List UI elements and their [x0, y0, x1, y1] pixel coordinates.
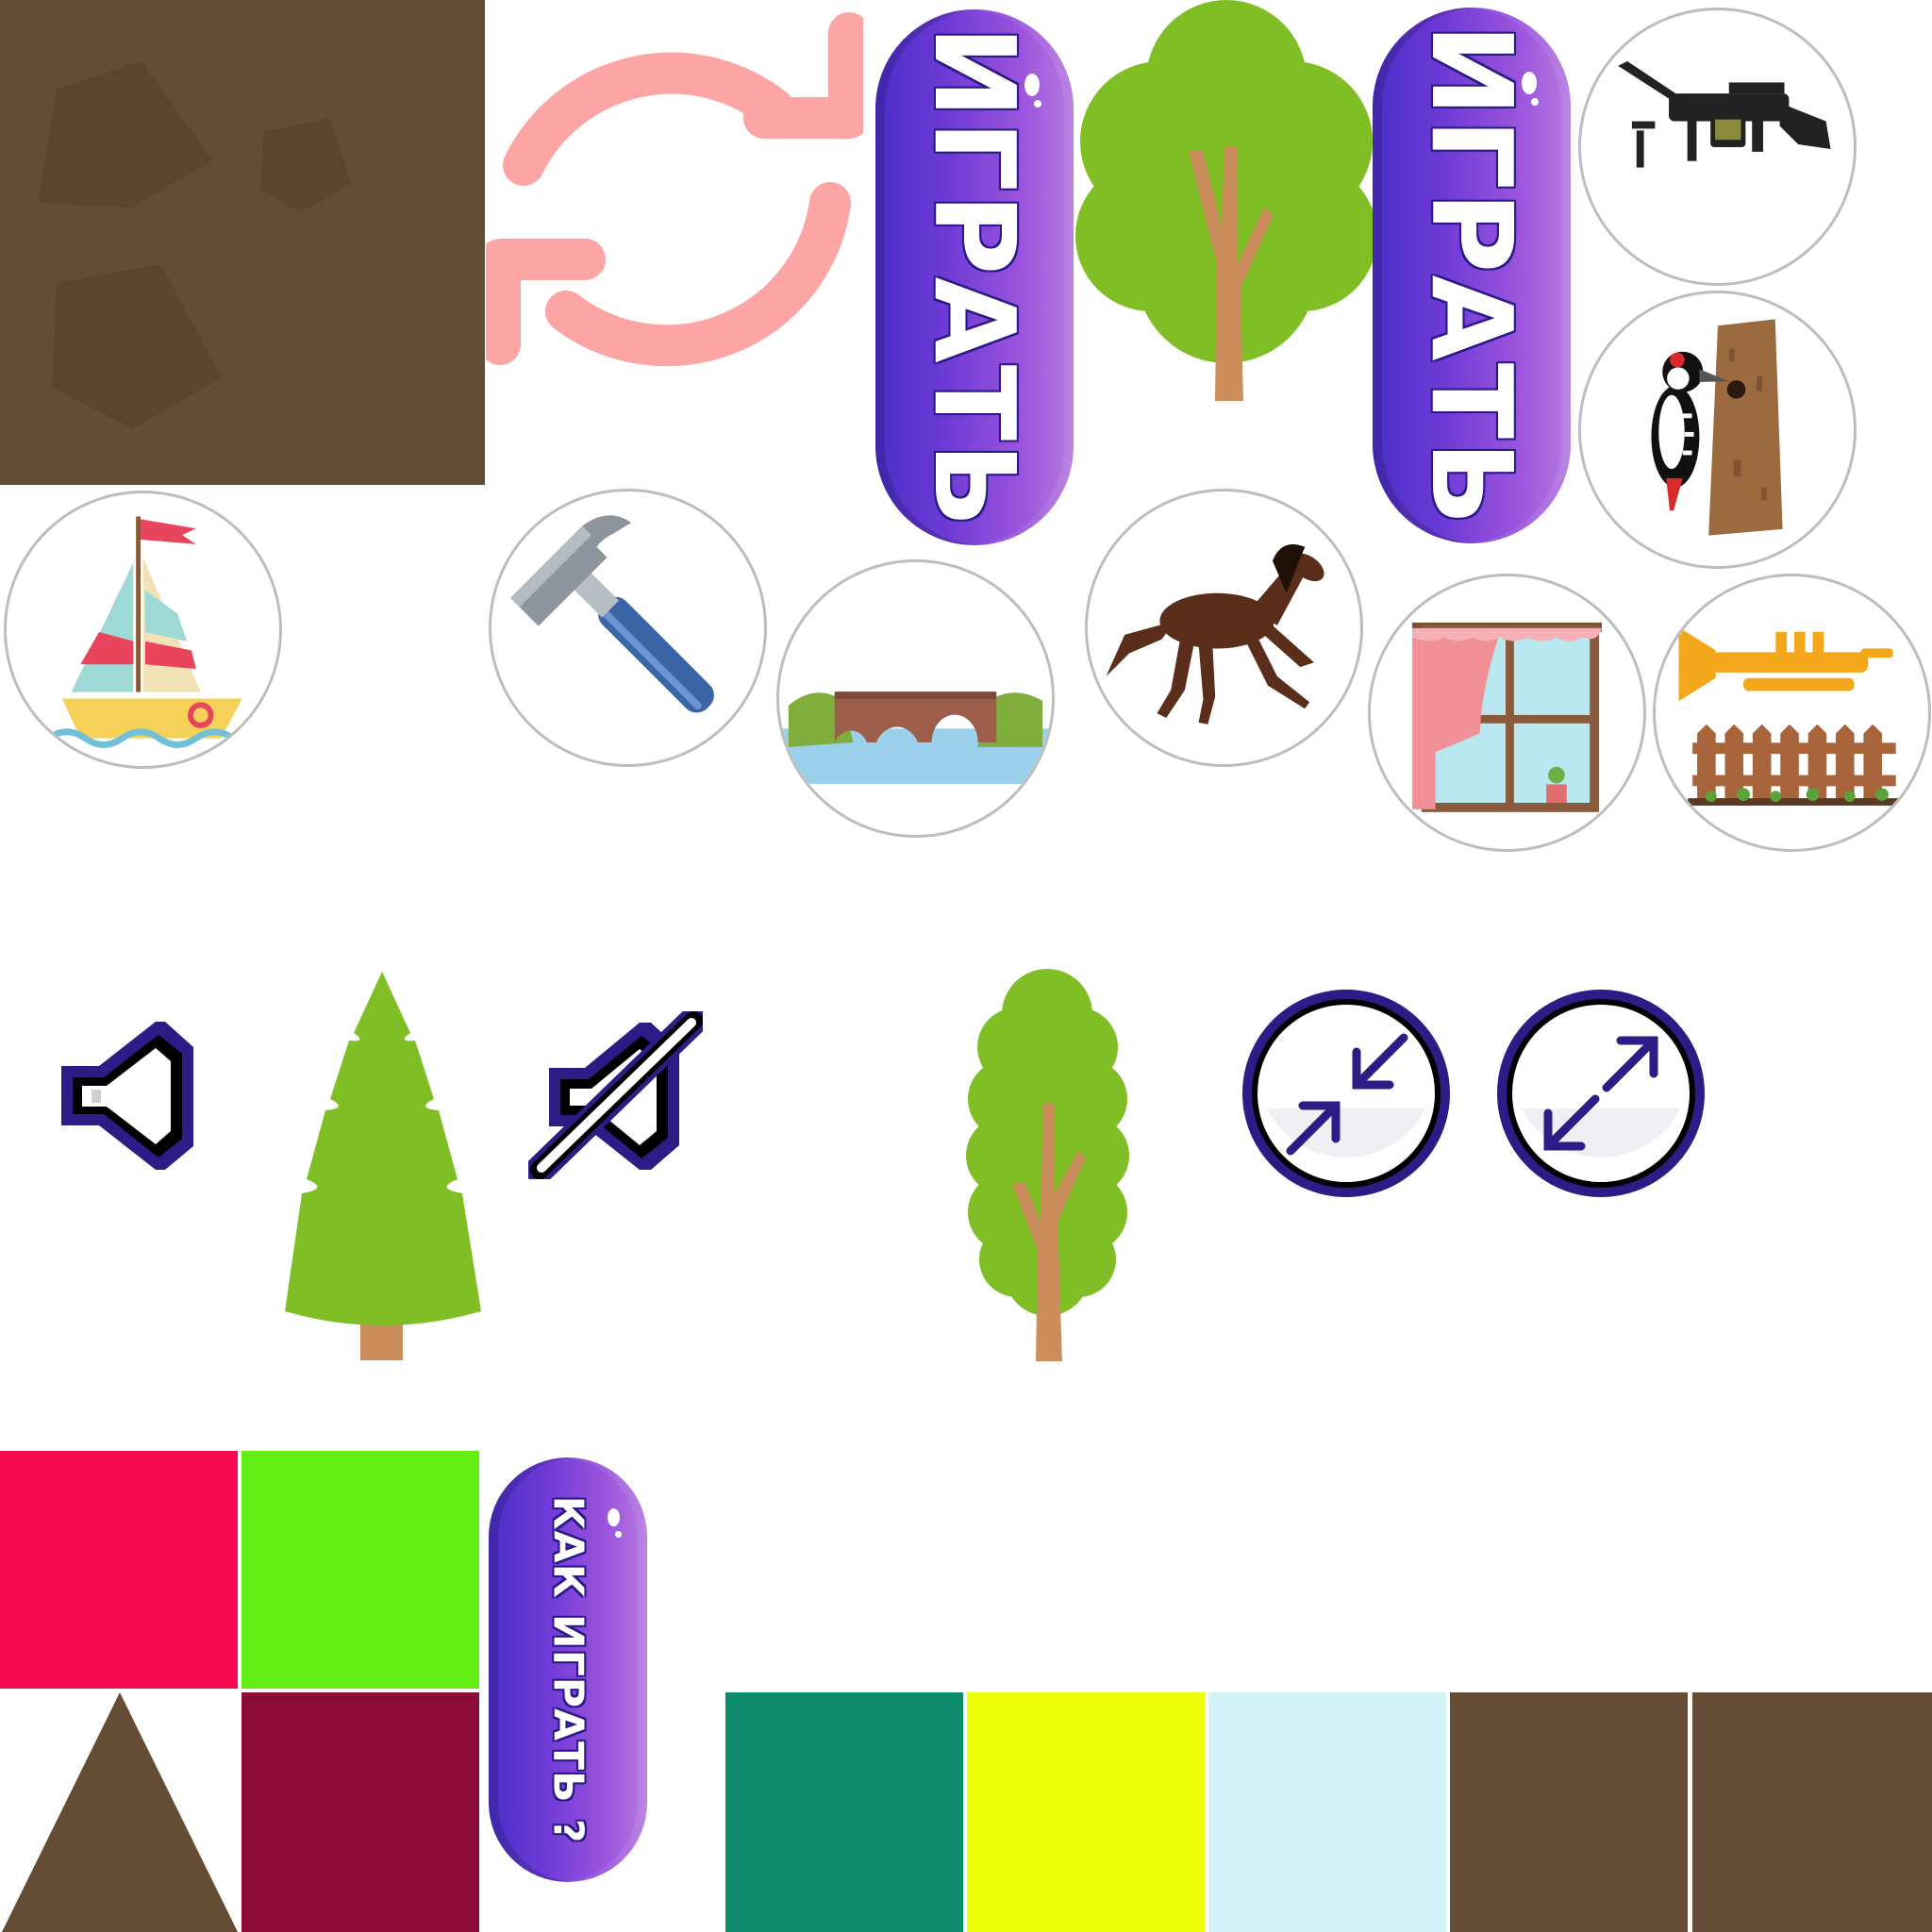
swatch-brown-1 [1450, 1692, 1688, 1932]
card-window[interactable] [1368, 574, 1646, 852]
machine-gun-icon [1618, 60, 1831, 168]
dirt-texture-tile [0, 0, 485, 485]
card-woodpecker[interactable] [1578, 291, 1857, 569]
swatch-yellow [967, 1692, 1205, 1932]
minimize-icon[interactable] [1239, 986, 1454, 1201]
reload-icon[interactable] [486, 0, 863, 377]
pine-tree [283, 967, 481, 1363]
card-bridge[interactable] [776, 559, 1055, 838]
woodpecker-icon [1651, 319, 1783, 536]
window-icon [1412, 622, 1602, 812]
swatch-teal [725, 1692, 963, 1932]
pill-shine-dot [615, 1531, 622, 1538]
round-tree [1075, 0, 1377, 406]
dirt-stones-decoration [38, 61, 351, 429]
swatch-red [0, 1451, 238, 1689]
play-button-1[interactable]: ИГРАТЬ [875, 9, 1074, 545]
trumpet-icon [1678, 626, 1901, 806]
swatch-light-blue [1208, 1692, 1446, 1932]
pill-shine [608, 1508, 620, 1526]
play-button-2[interactable]: ИГРАТЬ [1373, 8, 1571, 543]
swatch-maroon [242, 1692, 479, 1932]
bridge-icon [779, 691, 1052, 785]
card-sailboat[interactable] [4, 491, 282, 769]
sailboat-icon [46, 516, 242, 748]
card-machine-gun[interactable] [1578, 8, 1857, 286]
horse-icon [1106, 543, 1324, 724]
swatch-lime [242, 1451, 479, 1689]
speaker-muted-icon[interactable] [528, 1011, 703, 1179]
speaker-icon[interactable] [52, 1014, 203, 1174]
card-hammer[interactable] [489, 489, 767, 767]
play-button-label: ИГРАТЬ [1407, 23, 1537, 528]
tall-tree [960, 967, 1135, 1363]
how-to-play-button[interactable]: КАК ИГРАТЬ ? [489, 1457, 647, 1882]
card-horse[interactable] [1085, 489, 1363, 767]
play-button-label: ИГРАТЬ [909, 25, 1040, 530]
hammer-icon [510, 515, 714, 713]
swatch-brown-2 [1692, 1692, 1932, 1932]
maximize-icon[interactable] [1493, 986, 1708, 1201]
card-trumpet[interactable] [1653, 574, 1931, 852]
brown-triangle [0, 1692, 240, 1932]
how-to-play-label: КАК ИГРАТЬ ? [543, 1495, 592, 1844]
